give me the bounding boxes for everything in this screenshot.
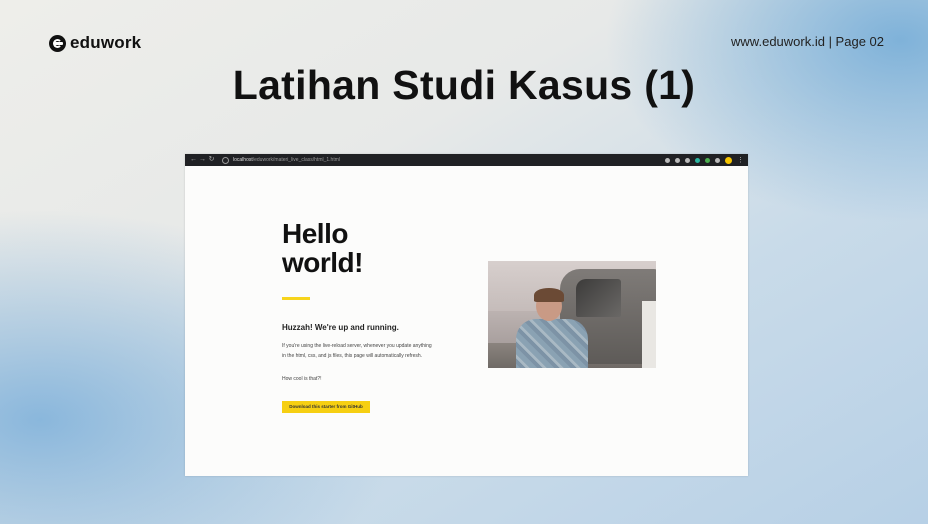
info-icon[interactable] <box>222 156 229 164</box>
back-icon[interactable]: ← <box>189 154 198 166</box>
logo: eduwork <box>49 33 141 53</box>
reload-icon[interactable]: ↻ <box>207 154 216 166</box>
search-icon[interactable] <box>665 157 670 163</box>
logo-text: eduwork <box>70 33 142 52</box>
url-path: /eduwork/materi_live_class/html_1.html <box>252 157 340 163</box>
browser-toolbar: ← → ↻ localhost /eduwork/materi_live_cla… <box>185 154 748 166</box>
extension-green-icon[interactable] <box>705 157 710 163</box>
extension-icon[interactable] <box>685 157 690 163</box>
extension-puzzle-icon[interactable] <box>715 157 720 163</box>
hello-line-1: Hello <box>282 218 348 249</box>
hello-line-2: world! <box>282 247 364 278</box>
url-host: localhost <box>233 157 253 163</box>
address-bar[interactable]: localhost /eduwork/materi_live_class/htm… <box>222 156 340 165</box>
browser-icons: ⋮ <box>665 156 744 164</box>
star-icon[interactable] <box>675 157 680 163</box>
eduwork-logo-icon <box>49 34 66 52</box>
scene-person-body <box>516 319 588 368</box>
page-paragraph: If you're using the live-reload server, … <box>282 343 432 359</box>
page-reference: www.eduwork.id | Page 02 <box>731 34 884 49</box>
animated-gif-image <box>488 261 656 368</box>
page-subheading: Huzzah! We're up and running. <box>282 323 399 332</box>
browser-window: ← → ↻ localhost /eduwork/materi_live_cla… <box>185 154 748 476</box>
page-question: How cool is that?! <box>282 376 322 382</box>
menu-icon[interactable]: ⋮ <box>737 157 744 164</box>
scene-person-right <box>642 301 656 368</box>
slide-title: Latihan Studi Kasus (1) <box>232 62 696 108</box>
extension-teal-icon[interactable] <box>695 157 700 163</box>
accent-divider <box>282 297 310 300</box>
hello-heading: Hello world! <box>282 218 364 278</box>
forward-icon[interactable]: → <box>198 154 207 166</box>
download-github-button[interactable]: Download this starter from GitHub <box>282 401 370 413</box>
scene-car-window <box>576 279 621 317</box>
profile-avatar-icon[interactable] <box>725 156 732 164</box>
scene-person-hair <box>534 288 564 302</box>
